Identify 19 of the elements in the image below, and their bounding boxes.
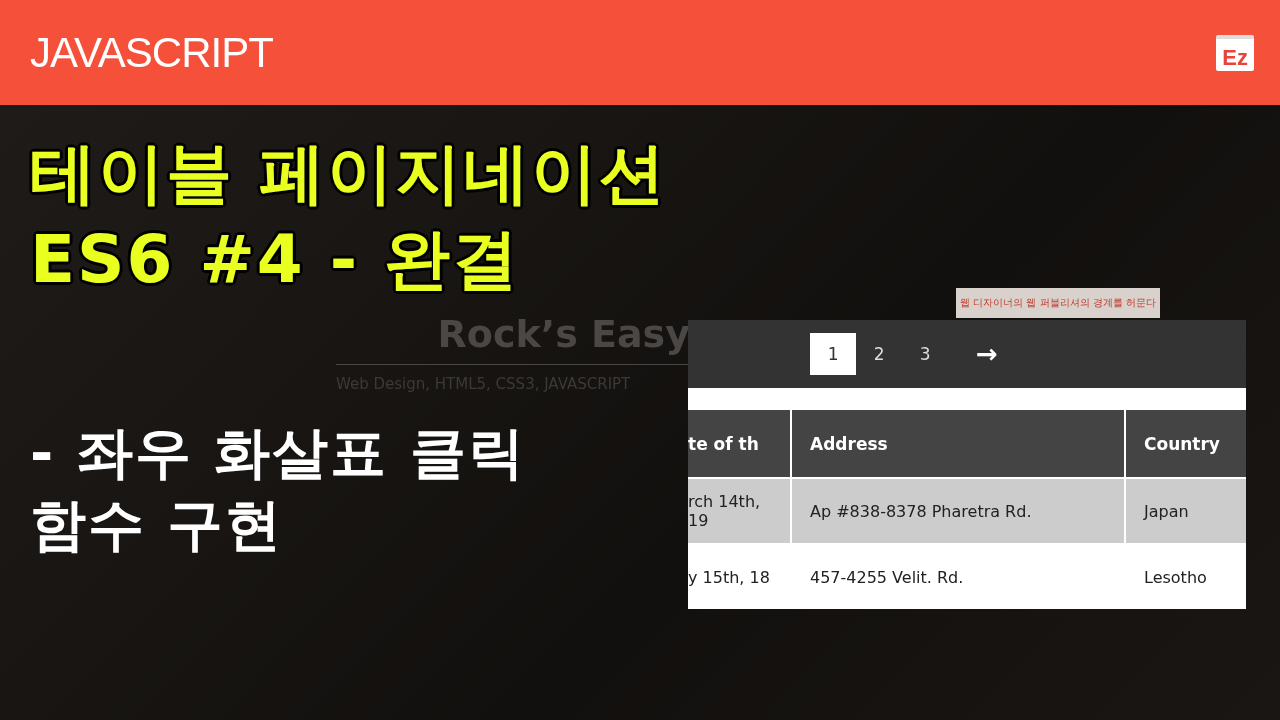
column-header: Country [1125,410,1246,478]
headline-text: ES6 #4 - 완결 [30,221,521,299]
column-header: te of th [688,410,791,478]
table-cell: Ap #838-8378 Pharetra Rd. [791,478,1125,544]
banner: 웹 디자이너의 웹 퍼블리셔의 경계를 허문다 [956,288,1160,318]
column-header: Address [791,410,1125,478]
subtitle-text: 함수 구현 [30,491,284,559]
page-button[interactable]: 3 [902,333,949,375]
page-button[interactable]: 1 [810,333,857,375]
subtitle-text: - 좌우 화살표 클릭 [30,419,526,487]
next-arrow-button[interactable]: → [970,338,1004,370]
page-button[interactable]: 2 [856,333,903,375]
channel-title: JAVASCRIPT [30,28,273,77]
table-cell: y 15th, 18 [688,544,791,609]
logo: Ez [1216,34,1254,71]
headline-text: 테이블 페이지네이션 [30,135,667,213]
table-cell: Lesotho [1125,544,1246,609]
table-cell: Japan [1125,478,1246,544]
table-cell: rch 14th, 19 [688,478,791,544]
